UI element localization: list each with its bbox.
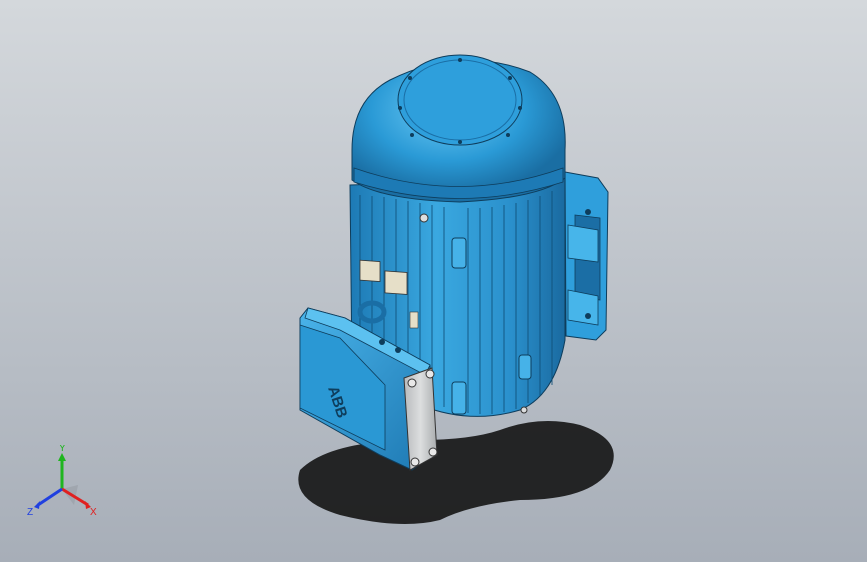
mounting-feet: [564, 171, 609, 341]
x-axis-label: X: [90, 507, 97, 518]
motor-model[interactable]: ABB: [0, 0, 867, 562]
model-shadow: [298, 421, 614, 524]
graphics-viewport[interactable]: ABB Y X Z: [0, 0, 867, 562]
y-axis-label: Y: [59, 445, 66, 454]
coordinate-triad: Y X Z: [27, 445, 97, 518]
fan-cover: [351, 54, 566, 203]
z-axis-label: Z: [27, 507, 33, 518]
z-axis: [37, 487, 63, 507]
